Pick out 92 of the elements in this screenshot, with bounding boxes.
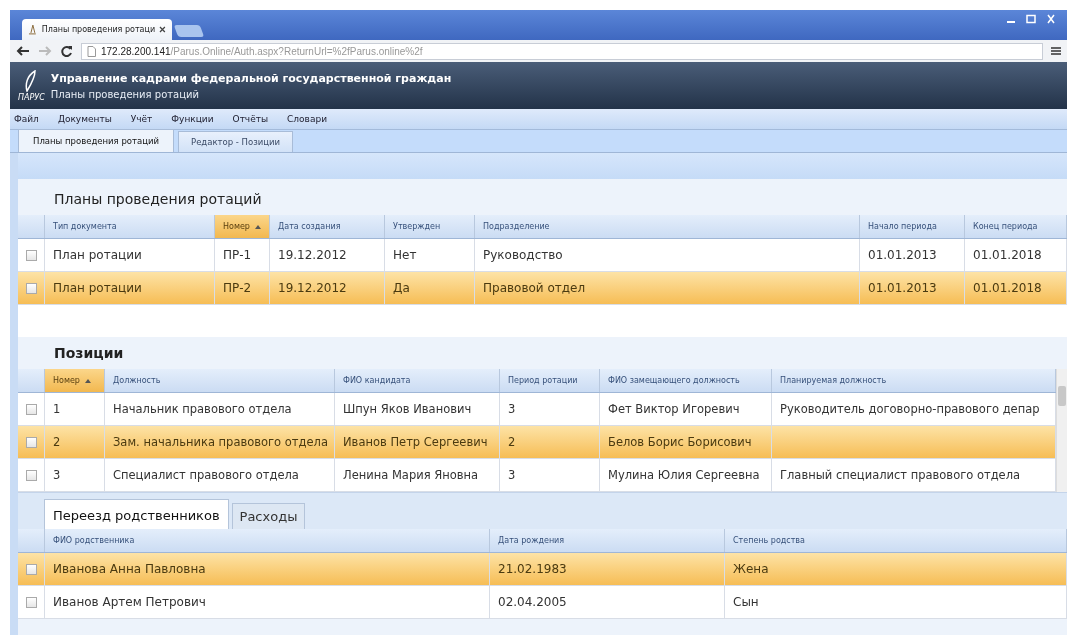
table-cell: Руководство <box>483 248 563 262</box>
table-cell: План ротации <box>53 281 142 295</box>
column-header[interactable]: Подразделение <box>475 215 860 238</box>
column-header[interactable]: Дата создания <box>270 215 385 238</box>
menu-icon[interactable] <box>1051 46 1061 56</box>
checkbox[interactable] <box>25 403 37 415</box>
table-cell: 1 <box>53 402 61 416</box>
table-cell: Сын <box>733 595 759 609</box>
table-cell: Иванов Артем Петрович <box>53 595 206 609</box>
page-icon <box>87 45 96 57</box>
forward-icon[interactable] <box>38 45 52 57</box>
table-cell: 01.01.2013 <box>868 281 937 295</box>
table-cell: ПР-1 <box>223 248 252 262</box>
column-header[interactable]: Степень родства <box>725 529 1067 552</box>
checkbox[interactable] <box>25 249 37 261</box>
table-cell: Специалист правового отдела <box>113 468 299 482</box>
column-header[interactable]: Начало периода <box>860 215 965 238</box>
menu-item[interactable]: Учёт <box>130 114 153 124</box>
maximize-icon[interactable] <box>1023 14 1039 24</box>
table-cell: 3 <box>508 468 516 482</box>
column-header[interactable]: Номер <box>215 215 270 238</box>
table-cell: ПР-2 <box>223 281 252 295</box>
logo-text: ПАРУС <box>18 92 45 102</box>
address-field[interactable]: 172.28.200.141/Parus.Online/Auth.aspx?ReturnUrl=%2fParus.online%2f <box>81 42 1043 60</box>
table-cell: Начальник правового отдела <box>113 402 292 416</box>
checkbox[interactable] <box>25 282 37 294</box>
table-cell: Иванов Петр Сергеевич <box>343 435 488 449</box>
column-header[interactable]: ФИО замещающего должность <box>600 369 772 392</box>
table-cell: 21.02.1983 <box>498 562 567 576</box>
table-row[interactable]: 2 Зам. начальника правового отдела Иванов Петр Сергеевич 2 Белов Борис Борисович <box>18 426 1056 459</box>
table-cell: 3 <box>508 402 516 416</box>
table-cell: Главный специалист правового отдела <box>780 468 1021 482</box>
back-icon[interactable] <box>16 45 30 57</box>
column-header[interactable]: Должность <box>105 369 335 392</box>
table-cell: 3 <box>53 468 61 482</box>
table-row[interactable]: Иванова Анна Павловна 21.02.1983 Жена <box>18 553 1067 586</box>
column-header[interactable]: ФИО кандидата <box>335 369 500 392</box>
table-cell: Фет Виктор Игоревич <box>608 402 740 416</box>
table-cell: Да <box>393 281 410 295</box>
table-cell: 01.01.2018 <box>973 281 1042 295</box>
tab[interactable]: Редактор - Позиции <box>178 131 294 152</box>
section-title: Планы проведения ротаций <box>53 190 263 209</box>
table-cell: Нет <box>393 248 417 262</box>
table-cell: Зам. начальника правового отдела <box>113 435 328 449</box>
table-cell: Ленина Мария Яновна <box>343 468 479 482</box>
table-cell: Иванова Анна Павловна <box>53 562 206 576</box>
close-icon[interactable] <box>159 26 166 33</box>
table-cell: 19.12.2012 <box>278 248 347 262</box>
app-title: Управление кадрами федеральной государственной граждан <box>50 71 452 85</box>
column-header[interactable]: Период ротации <box>500 369 600 392</box>
table-cell: 2 <box>508 435 516 449</box>
checkbox[interactable] <box>25 563 37 575</box>
menu-item[interactable]: Файл <box>14 114 39 124</box>
table-cell: Жена <box>733 562 769 576</box>
tab[interactable]: Расходы <box>231 503 306 529</box>
table-cell: 01.01.2013 <box>868 248 937 262</box>
column-header[interactable]: ФИО родственника <box>45 529 490 552</box>
table-cell: 2 <box>53 435 61 449</box>
column-header[interactable]: Утвержден <box>385 215 475 238</box>
new-tab-button[interactable] <box>173 25 205 37</box>
checkbox[interactable] <box>25 596 37 608</box>
tab[interactable]: Переезд родственников <box>44 499 229 529</box>
table-cell: План ротации <box>53 248 142 262</box>
table-cell: 01.01.2018 <box>973 248 1042 262</box>
table-cell: Руководитель договорно-правового депар <box>780 402 1040 416</box>
menu-item[interactable]: Документы <box>57 114 112 124</box>
checkbox[interactable] <box>25 469 37 481</box>
column-header[interactable]: Конец периода <box>965 215 1067 238</box>
table-cell: 02.04.2005 <box>498 595 567 609</box>
table-row[interactable]: Иванов Артем Петрович 02.04.2005 Сын <box>18 586 1067 619</box>
table-cell: Мулина Юлия Сергеевна <box>608 468 760 482</box>
tab-title: Планы проведения ротаци <box>41 25 156 34</box>
browser-tab[interactable]: Планы проведения ротаци <box>22 19 172 40</box>
tab[interactable]: Планы проведения ротаций <box>18 129 174 152</box>
menu-item[interactable]: Словари <box>287 114 327 124</box>
sort-icon <box>84 378 91 383</box>
section-title: Позиции <box>53 344 125 363</box>
table-cell: Шпун Яков Иванович <box>343 402 472 416</box>
table-cell: 19.12.2012 <box>278 281 347 295</box>
table-row[interactable]: План ротации ПР-2 19.12.2012 Да Правовой отдел 01.01.2013 01.01.2018 <box>18 272 1067 305</box>
column-header[interactable]: Номер <box>45 369 105 392</box>
page-icon <box>28 24 38 35</box>
scrollbar[interactable] <box>1056 369 1067 492</box>
table-cell: Правовой отдел <box>483 281 586 295</box>
column-header[interactable]: Дата рождения <box>490 529 725 552</box>
menu-item[interactable]: Отчёты <box>232 114 269 124</box>
app-subtitle: Планы проведения ротаций <box>50 88 200 100</box>
reload-icon[interactable] <box>60 44 73 58</box>
table-cell: Белов Борис Борисович <box>608 435 752 449</box>
sort-icon <box>254 224 261 229</box>
menu-item[interactable]: Функции <box>171 114 214 124</box>
checkbox[interactable] <box>25 436 37 448</box>
